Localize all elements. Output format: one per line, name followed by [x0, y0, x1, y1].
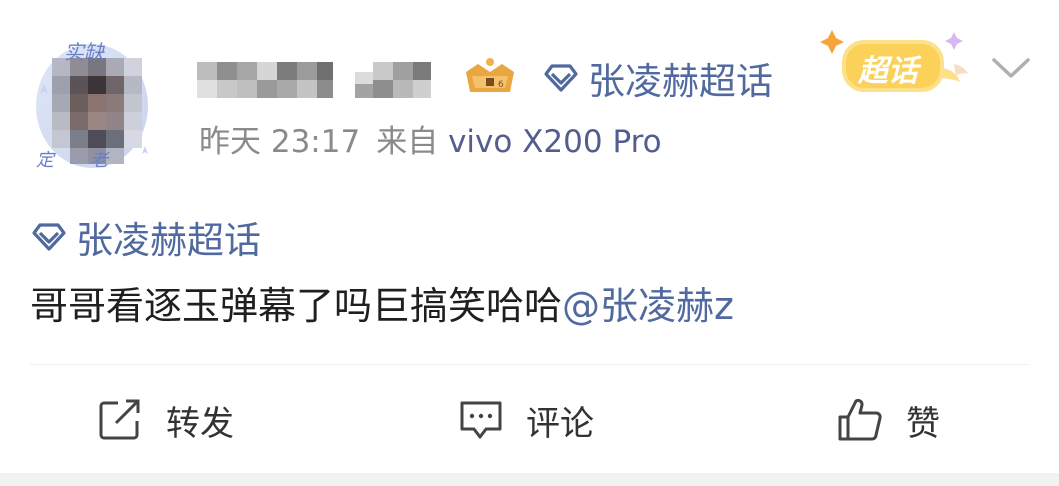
- post-time: 昨天 23:17: [199, 124, 361, 160]
- comment-button[interactable]: 评论: [458, 390, 594, 450]
- comment-icon: [460, 401, 502, 439]
- post-text-content: 哥哥看逐玉弹幕了吗巨搞笑哈哈: [30, 284, 563, 328]
- chevron-down-icon[interactable]: [990, 54, 1032, 82]
- repost-label: 转发: [166, 403, 234, 444]
- avatar-frame-text-bottom-right: 老: [90, 150, 108, 171]
- footer-band: [0, 473, 1059, 486]
- like-button[interactable]: 赞: [836, 390, 940, 450]
- post-meta: 昨天 23:17 来自 vivo X200 Pro: [199, 116, 662, 161]
- repost-button[interactable]: 转发: [98, 390, 234, 450]
- supertopic-link-header-label: 张凌赫超话: [588, 60, 773, 103]
- supertopic-link-header[interactable]: 张凌赫超话: [542, 50, 773, 106]
- comment-label: 评论: [526, 403, 594, 444]
- post-text: 哥哥看逐玉弹幕了吗巨搞笑哈哈@张凌赫z: [30, 275, 734, 330]
- divider: [30, 364, 1029, 365]
- mention-link[interactable]: @张凌赫z: [562, 284, 734, 328]
- username-blurred[interactable]: [197, 58, 432, 100]
- post-source: 来自 vivo X200 Pro: [376, 116, 661, 161]
- vip-badge-icon[interactable]: 6: [460, 54, 520, 100]
- supertopic-link-body-label: 张凌赫超话: [76, 219, 261, 262]
- supertopic-link-body[interactable]: 张凌赫超话: [30, 210, 261, 264]
- avatar-frame-text-bottom-left: 定: [36, 150, 54, 171]
- thumbs-up-icon: [838, 398, 882, 441]
- supertopic-badge-label: 超话: [858, 54, 918, 89]
- source-prefix: 来自: [376, 124, 439, 160]
- svg-text:6: 6: [498, 80, 504, 90]
- repost-icon: [99, 399, 140, 440]
- supertopic-badge[interactable]: 超话: [814, 24, 984, 100]
- diamond-icon: [544, 64, 578, 92]
- diamond-icon: [32, 223, 66, 251]
- avatar-frame-text-top: 实缺: [64, 40, 104, 64]
- like-label: 赞: [906, 403, 940, 444]
- username-mosaic: [197, 62, 431, 98]
- source-device[interactable]: vivo X200 Pro: [448, 124, 662, 160]
- user-avatar[interactable]: 实缺 定 老: [30, 34, 160, 174]
